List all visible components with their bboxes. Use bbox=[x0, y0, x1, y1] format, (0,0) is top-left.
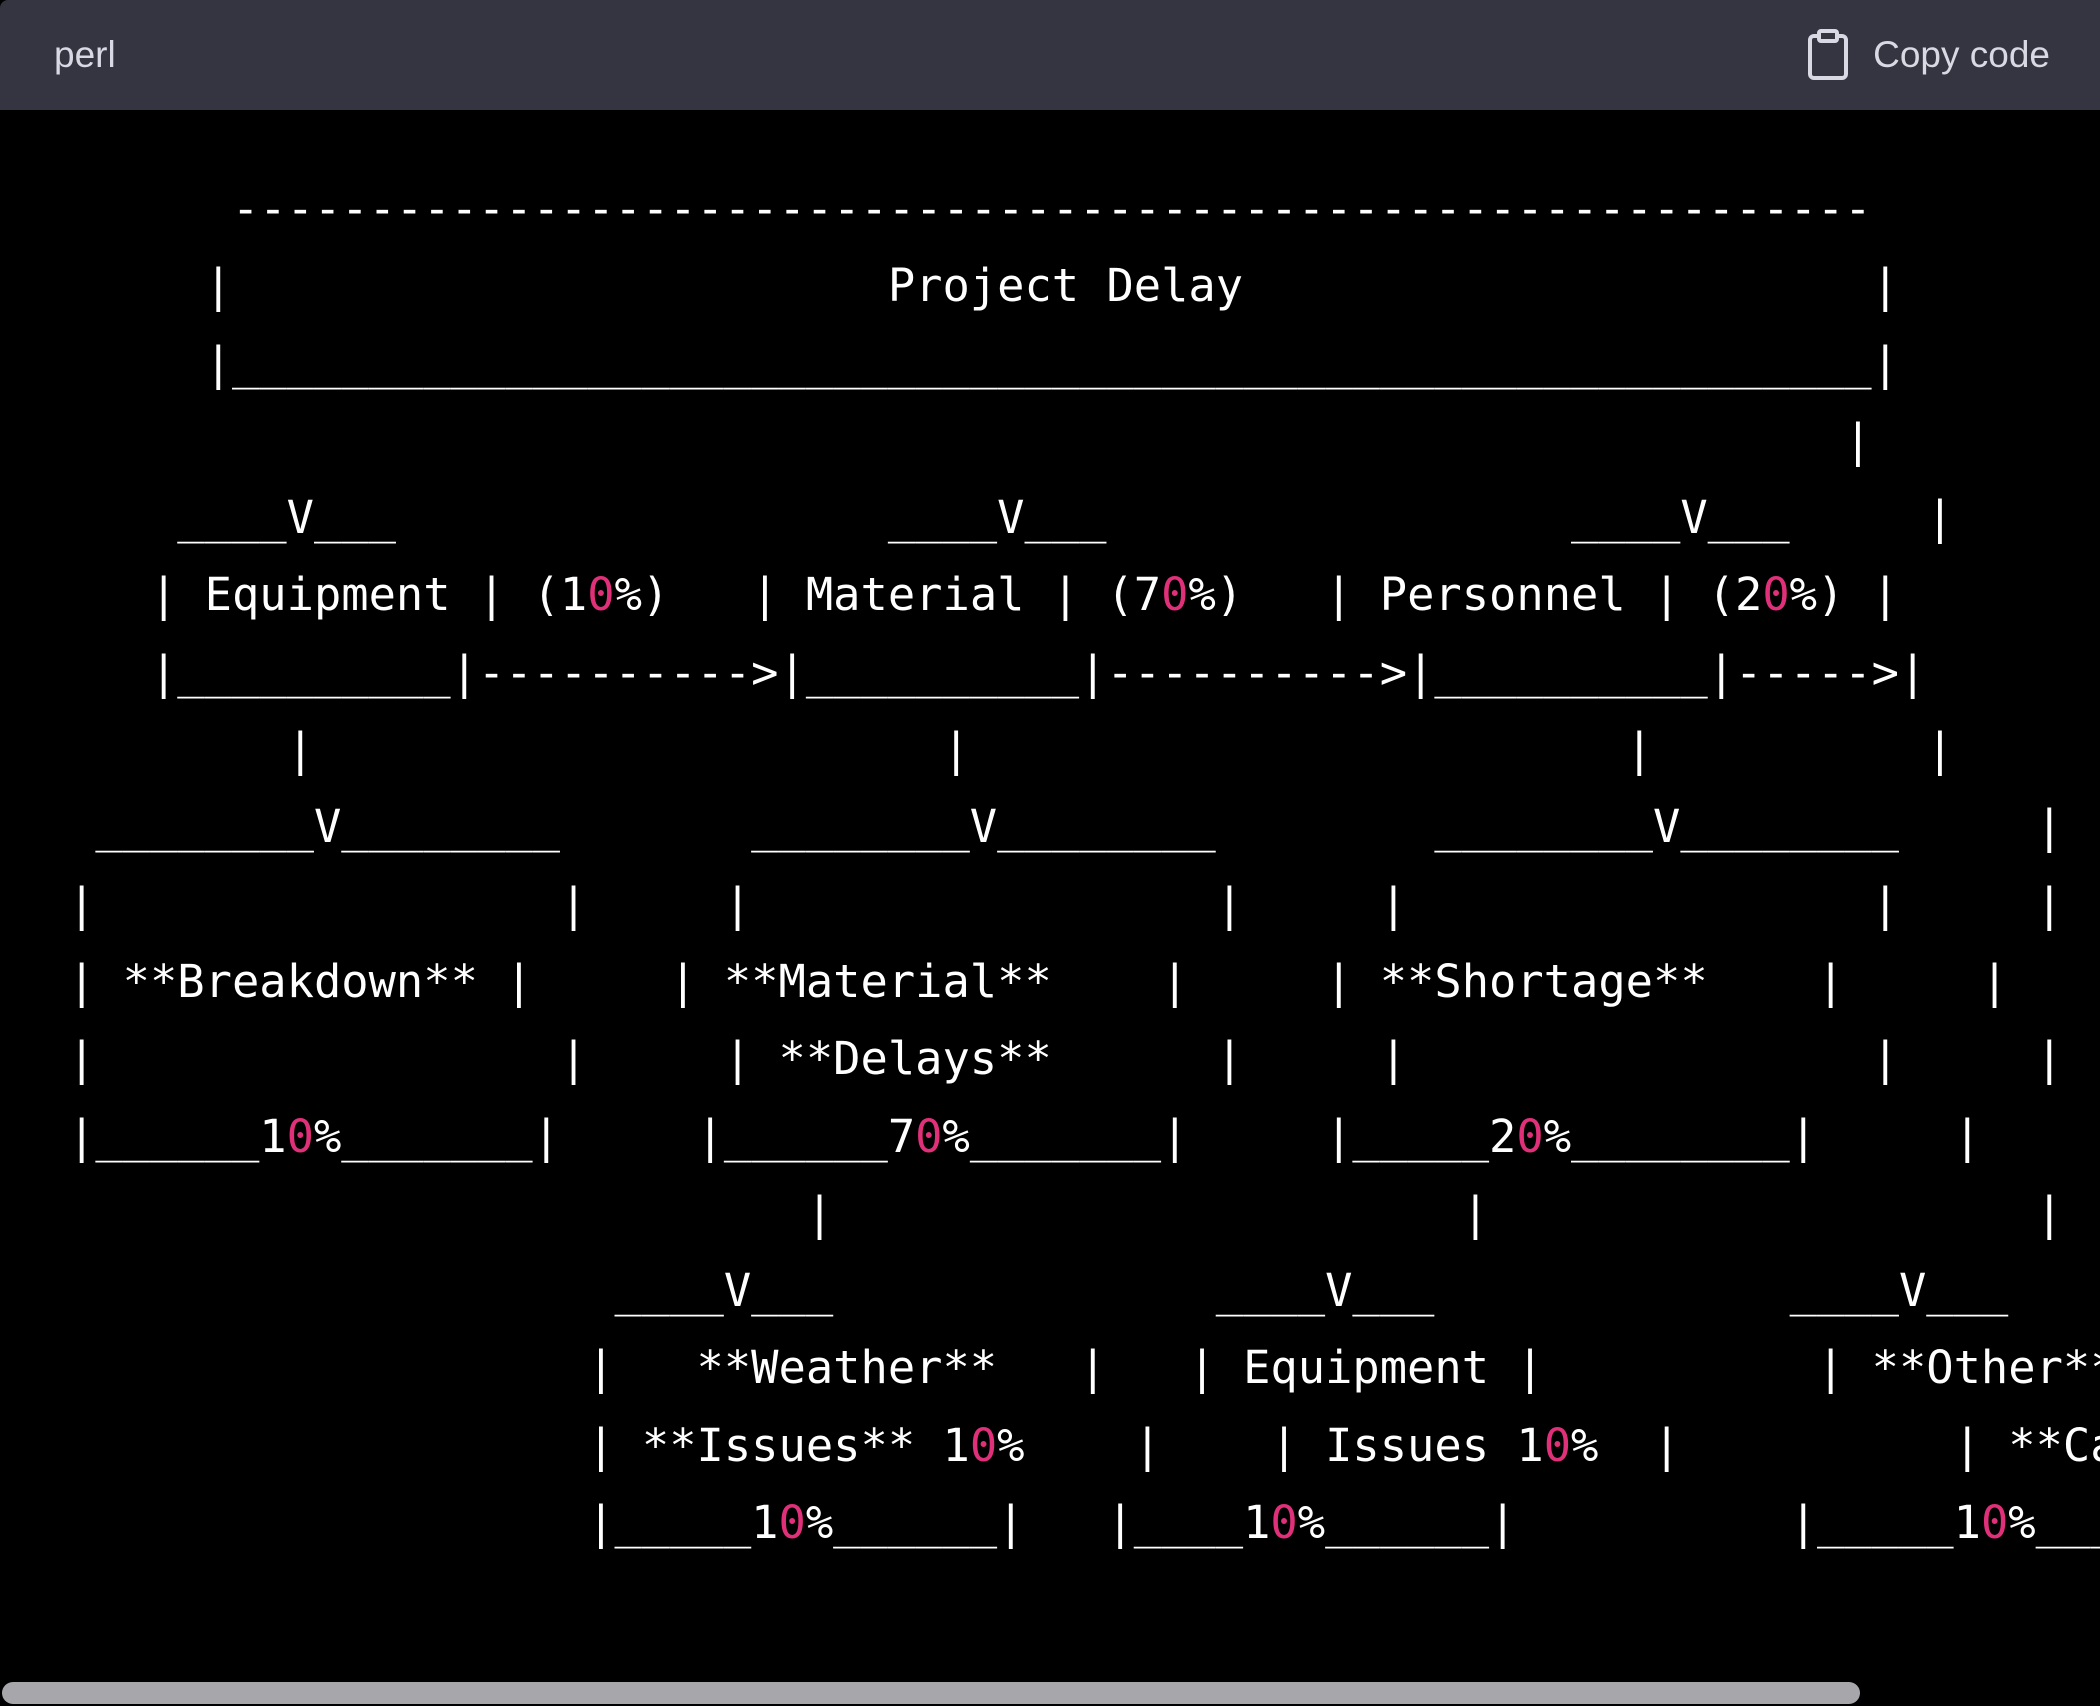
code-line: ----------------------------------------… bbox=[68, 182, 1872, 235]
code-line: ____V___ ____V___ ____V___ | bbox=[68, 491, 1954, 545]
code-line: | Equipment | (10%) | Material | (70%) |… bbox=[68, 568, 1899, 622]
copy-code-label: Copy code bbox=[1873, 34, 2050, 75]
code-line: | **Weather** | | Equipment | | **Other*… bbox=[68, 1341, 2100, 1395]
code-line: | | | **Delays** | | | | bbox=[68, 1032, 2063, 1086]
code-content: ----------------------------------------… bbox=[68, 170, 2100, 1561]
code-line: |__________|---------->|__________|-----… bbox=[68, 645, 1927, 699]
code-line: | **Issues** 10% | | Issues 10% | | **Ca… bbox=[68, 1418, 2100, 1472]
code-line: | | | bbox=[68, 1186, 2063, 1240]
code-line: | **Breakdown** | | **Material** | | **S… bbox=[68, 954, 2009, 1008]
horizontal-scrollbar[interactable] bbox=[0, 1680, 2100, 1706]
language-label: perl bbox=[54, 34, 116, 75]
code-line: |______10%_______| |______70%_______| |_… bbox=[68, 1109, 1981, 1163]
code-line: | Project Delay | bbox=[68, 259, 1899, 313]
code-line: | | | | bbox=[68, 723, 1954, 777]
clipboard-icon bbox=[1805, 29, 1851, 81]
code-line: |_____10%______| |____10%______| |_____1… bbox=[68, 1496, 2100, 1550]
code-line: | bbox=[68, 413, 1872, 467]
code-line: ________V________ ________V________ ____… bbox=[68, 800, 2063, 854]
code-block-header: perl Copy code bbox=[0, 0, 2100, 110]
code-line: |_______________________________________… bbox=[68, 336, 1899, 390]
code-line: ____V___ ____V___ ____V___ bbox=[68, 1264, 2009, 1318]
scrollbar-thumb[interactable] bbox=[2, 1682, 1860, 1704]
code-line: | | | | | | | bbox=[68, 877, 2063, 931]
code-body: ----------------------------------------… bbox=[0, 110, 2100, 1680]
code-block-window: perl Copy code -------------------------… bbox=[0, 0, 2100, 1706]
copy-code-button[interactable]: Copy code bbox=[1805, 29, 2050, 81]
